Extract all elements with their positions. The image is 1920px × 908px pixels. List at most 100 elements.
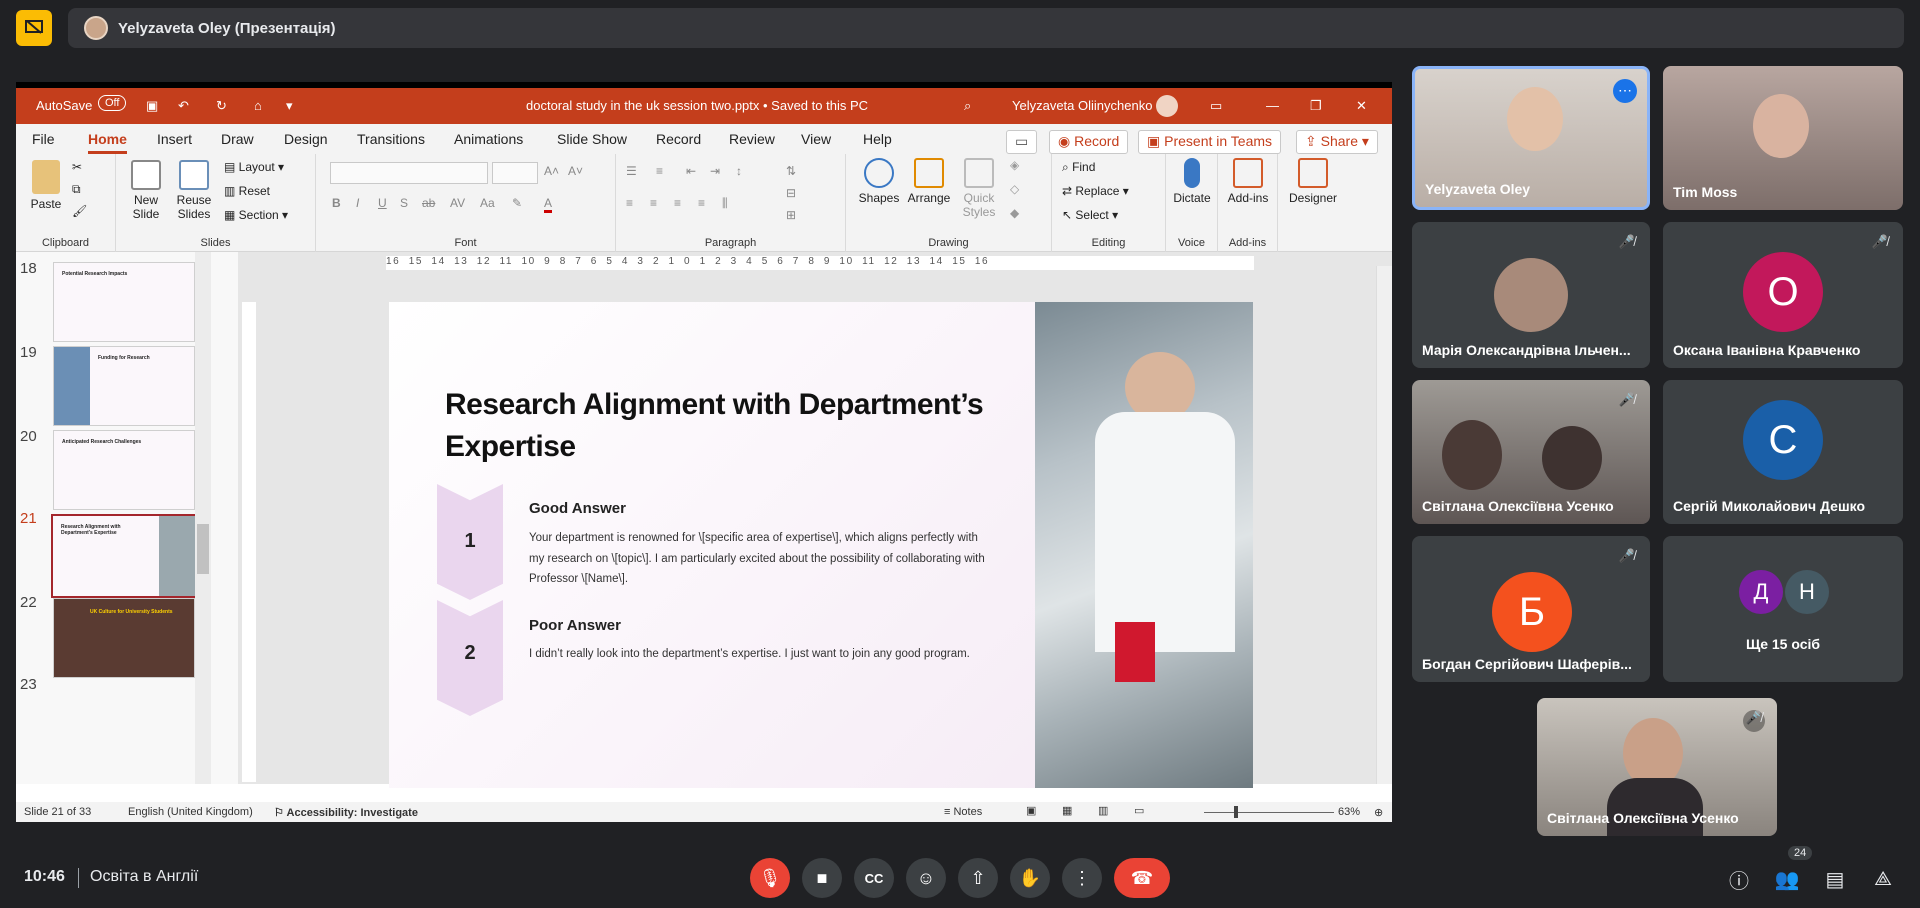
camera-button[interactable]: ■ [802,858,842,898]
people-button[interactable]: 👥 [1772,864,1802,894]
shapes-button[interactable]: Shapes [856,158,902,205]
replace-button[interactable]: ⇄ Replace ▾ [1062,184,1129,198]
section-button[interactable]: ▦ Section ▾ [224,208,288,222]
notes-button[interactable]: ≡ Notes [944,806,982,818]
redo-icon[interactable]: ↻ [216,98,227,114]
comments-button[interactable]: ▭ [1006,130,1038,154]
meeting-details-button[interactable]: ⓘ [1724,864,1754,894]
tab-design[interactable]: Design [284,131,328,147]
item-body[interactable]: I didn’t really look into the department… [529,644,989,665]
zoom-slider[interactable] [1204,812,1334,813]
reset-button[interactable]: ▥ Reset [224,184,270,198]
editor-scrollbar[interactable] [1376,266,1392,784]
more-options-button[interactable]: ⋮ [1062,858,1102,898]
maximize-icon[interactable]: ❐ [1310,98,1322,114]
activities-button[interactable]: ⟁ [1868,864,1898,894]
slide-canvas[interactable]: Research Alignment with Department’s Exp… [389,302,1253,788]
present-now-button[interactable]: ⇧ [958,858,998,898]
tab-file[interactable]: File [32,131,55,147]
accessibility-status[interactable]: ⚐ Accessibility: Investigate [274,806,418,819]
save-icon[interactable]: ▣ [146,98,158,114]
language[interactable]: English (United Kingdom) [128,806,253,818]
slide-thumbnail-20[interactable]: Anticipated Research Challenges [53,430,195,510]
presentation-indicator-icon[interactable] [16,10,52,46]
paste-button[interactable]: Paste [26,160,66,211]
cut-icon[interactable]: ✂ [72,160,82,174]
shape-fill-icon[interactable]: ◈ [1010,158,1019,172]
customize-qat-icon[interactable]: ▾ [286,98,293,114]
minimize-icon[interactable]: — [1266,98,1279,113]
record-button[interactable]: ◉ Record [1049,130,1129,154]
align-text-icon[interactable]: ⊟ [786,186,796,200]
item-body[interactable]: Your department is renowned for \[specif… [529,528,989,590]
meeting-title[interactable]: Освіта в Англії [90,868,198,886]
addins-button[interactable]: Add-ins [1224,158,1272,205]
reuse-slides-button[interactable]: Reuse Slides [172,160,216,221]
participant-tile[interactable]: 🎤̸ Марія Олександрівна Ільчен... [1412,222,1650,368]
captions-button[interactable]: CC [854,858,894,898]
justify-icon[interactable]: ≡ [698,196,705,210]
bullets-icon[interactable]: ☰ [626,164,637,178]
format-painter-icon[interactable]: 🖌 [72,204,87,218]
designer-button[interactable]: Designer [1284,158,1342,205]
present-in-teams-button[interactable]: ▣ Present in Teams [1138,130,1282,154]
strikethrough-icon[interactable]: ab [422,196,435,210]
slide-thumbnail-22[interactable]: UK Culture for University Students [53,598,195,678]
autosave-toggle[interactable]: Off [98,95,127,111]
text-direction-icon[interactable]: ⇅ [786,164,796,178]
item-heading[interactable]: Good Answer [529,500,626,517]
participant-tile[interactable]: 🎤̸ Світлана Олексіївна Усенко [1412,380,1650,524]
smartart-icon[interactable]: ⊞ [786,208,796,222]
slide-sorter-icon[interactable]: ▦ [1062,804,1072,817]
align-left-icon[interactable]: ≡ [626,196,633,210]
scrollbar-thumb[interactable] [197,524,209,574]
tab-review[interactable]: Review [729,131,775,147]
select-button[interactable]: ↖ Select ▾ [1062,208,1118,222]
user-name[interactable]: Yelyzaveta Oliinychenko [1012,98,1152,113]
font-color-icon[interactable]: A [544,196,553,213]
participant-tile[interactable]: Б 🎤̸ Богдан Сергійович Шаферів... [1412,536,1650,682]
bold-icon[interactable]: B [332,196,341,210]
decrease-indent-icon[interactable]: ⇤ [686,164,696,178]
emoji-button[interactable]: ☺ [906,858,946,898]
spacing-icon[interactable]: AV [450,196,465,210]
arrange-button[interactable]: Arrange [906,158,952,205]
tab-home[interactable]: Home [88,131,127,154]
shadow-icon[interactable]: S [400,196,408,210]
slide-title[interactable]: Research Alignment with Department’s Exp… [445,384,1005,468]
document-title[interactable]: doctoral study in the uk session two.ppt… [526,98,868,113]
tab-draw[interactable]: Draw [221,131,254,147]
new-slide-button[interactable]: New Slide [124,160,168,221]
fit-to-window-icon[interactable]: ⊕ [1374,806,1383,819]
close-icon[interactable]: ✕ [1356,98,1367,114]
participant-tile[interactable]: С Сергій Миколайович Дешко [1663,380,1903,524]
normal-view-icon[interactable]: ▣ [1026,804,1036,817]
participant-tile[interactable]: Tim Moss [1663,66,1903,210]
slide-thumbnail-19[interactable]: Funding for Research [53,346,195,426]
copy-icon[interactable]: ⧉ [72,182,81,197]
slide-thumbnail-18[interactable]: Potential Research Impacts [53,262,195,342]
font-size-select[interactable] [492,162,538,184]
find-button[interactable]: ⌕ Find [1062,160,1095,175]
shape-outline-icon[interactable]: ◇ [1010,182,1019,196]
present-icon[interactable]: ⌂ [254,98,262,113]
layout-button[interactable]: ▤ Layout ▾ [224,160,284,174]
align-right-icon[interactable]: ≡ [674,196,681,210]
underline-icon[interactable]: U [378,196,387,210]
leave-call-button[interactable]: ☎ [1114,858,1170,898]
more-participants-tile[interactable]: Д Н Ще 15 осіб [1663,536,1903,682]
tab-view[interactable]: View [801,131,831,147]
participant-tile-pinned[interactable]: 🎤̸ Світлана Олексіївна Усенко [1537,698,1777,836]
tab-animations[interactable]: Animations [454,131,523,147]
tab-slide-show[interactable]: Slide Show [557,131,627,147]
font-family-select[interactable] [330,162,488,184]
lab-scientist-photo[interactable] [1035,302,1253,788]
slideshow-icon[interactable]: ▭ [1134,804,1144,817]
microphone-off-button[interactable]: 🎙 [750,858,790,898]
participant-tile-self[interactable]: ⋯ Yelyzaveta Oley [1412,66,1650,210]
zoom-slider-thumb[interactable] [1234,806,1238,818]
change-case-icon[interactable]: Aa [480,196,495,210]
quick-styles-button[interactable]: Quick Styles [956,158,1002,219]
undo-icon[interactable]: ↶ [178,98,189,114]
ribbon-display-icon[interactable]: ▭ [1210,98,1222,114]
